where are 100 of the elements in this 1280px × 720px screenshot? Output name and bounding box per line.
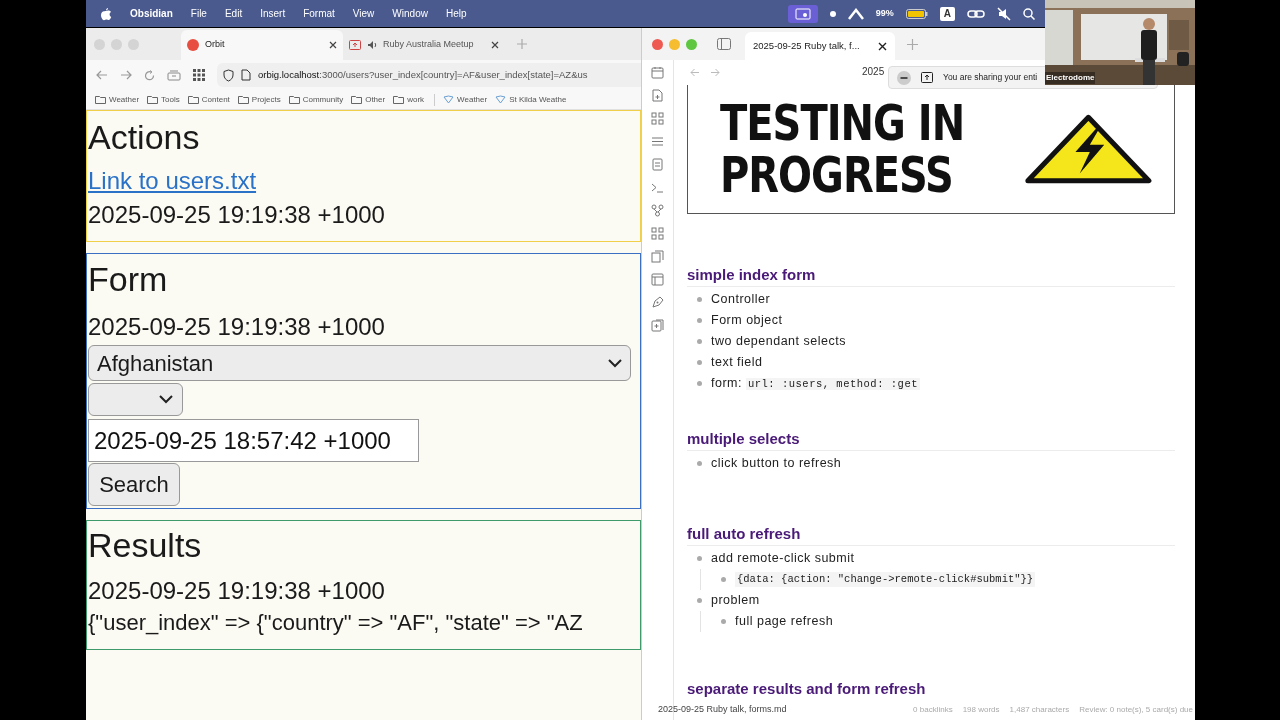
back-icon[interactable] (96, 70, 108, 80)
favicon-icon (187, 39, 199, 51)
menu-item[interactable]: File (190, 6, 207, 21)
cards-icon[interactable] (651, 319, 664, 332)
note-heading: full auto refresh (687, 524, 802, 544)
battery-icon[interactable] (905, 8, 928, 19)
list-icon[interactable] (651, 135, 664, 148)
menu-item[interactable]: View (352, 6, 375, 21)
terminal-icon[interactable] (651, 181, 664, 194)
list-item: Controller (711, 291, 771, 309)
bookmark[interactable]: Projects (237, 93, 281, 106)
mute-icon[interactable] (997, 6, 1011, 21)
note-tab[interactable]: 2025-09-25 Ruby talk, f... (745, 32, 895, 60)
forward-icon[interactable] (710, 68, 720, 77)
sharing-message: You are sharing your enti (943, 71, 1038, 84)
backlinks-count: 0 backlinks (913, 704, 953, 716)
sidebar-toggle-icon[interactable] (717, 38, 731, 50)
new-tab-icon[interactable] (907, 38, 918, 50)
forward-icon[interactable] (120, 70, 132, 80)
bullet-icon (697, 297, 702, 302)
country-select[interactable]: Afghanistan (88, 345, 631, 381)
folder-icon (237, 95, 249, 104)
folder-icon (393, 95, 405, 104)
bullet-icon (721, 619, 726, 624)
bookmark[interactable]: Weather (443, 93, 488, 106)
review-status: Review: 0 note(s), 5 card(s) due (1079, 704, 1193, 716)
bullet-icon (697, 461, 702, 466)
params-text: {"user_index" => {"country" => "AF", "state" => "AZ (88, 609, 584, 637)
new-note-icon[interactable] (651, 89, 664, 102)
address-bar[interactable]: orbig.localhost:3000/users?user_index[country]=AF&user_index[state]=AZ&us (217, 63, 641, 87)
bullet-icon (697, 360, 702, 365)
window-control[interactable] (652, 38, 663, 50)
new-tab-icon[interactable] (517, 39, 527, 49)
copy-icon[interactable] (651, 250, 664, 263)
pen-icon[interactable] (651, 296, 664, 309)
graph-icon[interactable] (651, 204, 664, 217)
list-item: problem (711, 592, 760, 610)
list-item: add remote-click submit (711, 550, 855, 568)
minimize-icon[interactable] (897, 70, 911, 85)
list-item: full page refresh (735, 613, 834, 631)
grid-icon[interactable] (651, 227, 664, 240)
note-heading: separate results and form refresh (687, 679, 927, 699)
calendar-icon[interactable] (651, 66, 664, 79)
list-item: Form object (711, 312, 783, 330)
search-icon[interactable] (1023, 7, 1035, 20)
close-tab-icon[interactable] (878, 41, 887, 51)
menu-item[interactable]: Format (303, 6, 335, 21)
search-button[interactable]: Search (88, 463, 180, 506)
words-count: 198 words (962, 704, 1000, 716)
close-tab-icon[interactable] (329, 41, 337, 49)
timestamp-text: 2025-09-25 19:19:38 +1000 (88, 200, 386, 230)
section-heading: Results (88, 525, 203, 565)
sign-text: TESTING IN (720, 96, 965, 149)
shield-icon (223, 68, 234, 82)
bookmark[interactable]: work (393, 93, 425, 106)
bookmark[interactable]: Weather (95, 93, 140, 106)
input-source-indicator[interactable]: A (939, 6, 955, 21)
layout-icon[interactable] (651, 273, 664, 286)
speaker-icon (367, 40, 377, 50)
archive-icon[interactable] (167, 69, 181, 81)
menu-item[interactable]: Help (445, 6, 467, 21)
grid-icon[interactable] (651, 112, 664, 125)
chevron-down-icon (608, 358, 622, 368)
bookmark[interactable]: St Kilda Weathe (495, 93, 567, 106)
link-icon[interactable] (967, 7, 985, 20)
menu-item[interactable]: Edit (224, 6, 243, 21)
screen-share-icon[interactable] (787, 4, 818, 23)
bookmark[interactable]: Content (187, 93, 230, 106)
bullet-icon (697, 339, 702, 344)
app-menu[interactable]: Obsidian (130, 6, 173, 21)
bullet-icon (697, 381, 702, 386)
favicon-icon (349, 40, 361, 50)
bullet-icon (697, 318, 702, 323)
document-icon[interactable] (651, 158, 664, 171)
apple-logo-icon[interactable] (100, 6, 112, 21)
window-control[interactable] (669, 38, 680, 50)
users-link[interactable]: Link to users.txt (88, 165, 257, 197)
browser-tab[interactable]: Ruby Australia Meetup (343, 30, 505, 60)
sign-text: PROGRESS (720, 148, 954, 201)
page-icon (241, 69, 251, 81)
browser-tab[interactable]: Orbit (181, 30, 343, 60)
window-control[interactable] (686, 38, 697, 50)
date-input-field[interactable]: 2025-09-25 18:57:42 +1000 (88, 419, 419, 462)
dot-icon[interactable] (829, 10, 836, 17)
folder-icon (288, 95, 300, 104)
bookmark[interactable]: Tools (147, 93, 180, 106)
apps-grid-icon[interactable] (193, 69, 205, 81)
menu-item[interactable]: Window (392, 6, 428, 21)
mountain-icon[interactable] (847, 7, 864, 20)
timestamp-text: 2025-09-25 19:19:38 +1000 (88, 312, 386, 342)
menu-item[interactable]: Insert (260, 6, 286, 21)
reload-icon[interactable] (144, 69, 155, 81)
section-heading: Actions (88, 117, 201, 157)
bookmark[interactable]: Community (288, 93, 344, 106)
back-icon[interactable] (690, 68, 700, 77)
file-name-text: 2025-09-25 Ruby talk, forms.md (658, 703, 787, 717)
note-title: 2025 (862, 65, 885, 79)
bookmark[interactable]: Other (351, 93, 386, 106)
close-tab-icon[interactable] (491, 41, 499, 49)
state-select[interactable] (88, 383, 183, 416)
